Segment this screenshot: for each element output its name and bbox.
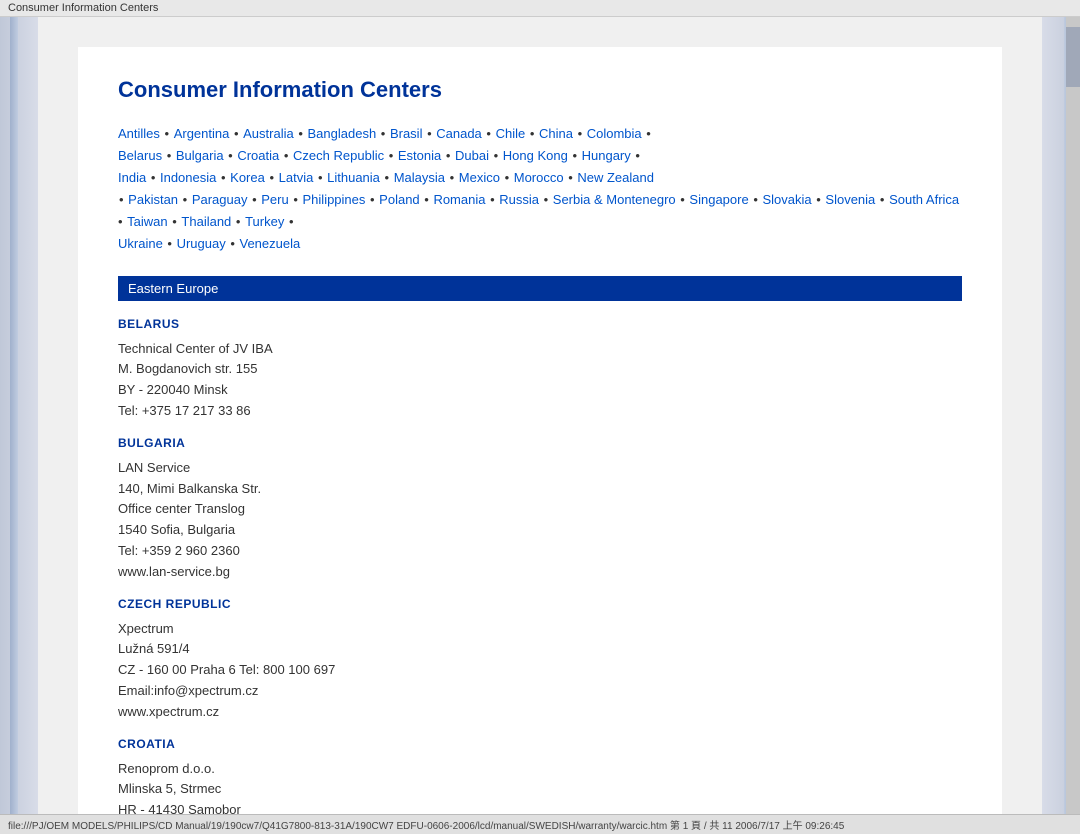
left-sidebar-inner (10, 17, 18, 814)
nav-link-uruguay[interactable]: Uruguay (177, 236, 226, 251)
nav-link-chile[interactable]: Chile (496, 126, 526, 141)
left-sidebar (0, 17, 38, 814)
section-header: Eastern Europe (118, 276, 962, 301)
nav-link-poland[interactable]: Poland (379, 192, 419, 207)
nav-link-taiwan[interactable]: Taiwan (127, 214, 167, 229)
status-bar: file:///PJ/OEM MODELS/PHILIPS/CD Manual/… (0, 814, 1080, 834)
country-section-czech-republic: CZECH REPUBLIC Xpectrum Lužná 591/4 CZ -… (118, 597, 962, 723)
country-info-belarus: Technical Center of JV IBA M. Bogdanovic… (118, 339, 962, 422)
scrollbar-thumb[interactable] (1066, 27, 1080, 87)
nav-link-venezuela[interactable]: Venezuela (240, 236, 301, 251)
nav-link-brasil[interactable]: Brasil (390, 126, 423, 141)
country-heading-croatia: CROATIA (118, 737, 962, 751)
nav-link-belarus[interactable]: Belarus (118, 148, 162, 163)
nav-link-new-zealand[interactable]: New Zealand (577, 170, 654, 185)
country-info-croatia: Renoprom d.o.o. Mlinska 5, Strmec HR - 4… (118, 759, 962, 814)
page-title: Consumer Information Centers (118, 77, 962, 103)
nav-link-india[interactable]: India (118, 170, 146, 185)
nav-link-canada[interactable]: Canada (436, 126, 482, 141)
title-bar-text: Consumer Information Centers (8, 2, 158, 14)
nav-link-romania[interactable]: Romania (433, 192, 485, 207)
nav-link-czech-republic[interactable]: Czech Republic (293, 148, 384, 163)
nav-link-paraguay[interactable]: Paraguay (192, 192, 248, 207)
nav-link-slovenia[interactable]: Slovenia (825, 192, 875, 207)
content-area: Consumer Information Centers Antilles • … (38, 17, 1042, 814)
nav-link-indonesia[interactable]: Indonesia (160, 170, 216, 185)
nav-link-thailand[interactable]: Thailand (181, 214, 231, 229)
country-heading-belarus: BELARUS (118, 317, 962, 331)
nav-link-mexico[interactable]: Mexico (459, 170, 500, 185)
nav-link-philippines[interactable]: Philippines (303, 192, 366, 207)
main-layout: Consumer Information Centers Antilles • … (0, 17, 1080, 814)
nav-link-bulgaria[interactable]: Bulgaria (176, 148, 224, 163)
status-bar-text: file:///PJ/OEM MODELS/PHILIPS/CD Manual/… (8, 821, 844, 832)
nav-link-slovakia[interactable]: Slovakia (762, 192, 811, 207)
nav-link-dubai[interactable]: Dubai (455, 148, 489, 163)
nav-link-korea[interactable]: Korea (230, 170, 265, 185)
nav-link-south-africa[interactable]: South Africa (889, 192, 959, 207)
nav-link-argentina[interactable]: Argentina (174, 126, 230, 141)
nav-link-morocco[interactable]: Morocco (514, 170, 564, 185)
nav-link-peru[interactable]: Peru (261, 192, 288, 207)
nav-link-lithuania[interactable]: Lithuania (327, 170, 380, 185)
page-content: Consumer Information Centers Antilles • … (78, 47, 1002, 814)
country-heading-bulgaria: BULGARIA (118, 436, 962, 450)
right-sidebar (1042, 17, 1080, 814)
nav-link-bangladesh[interactable]: Bangladesh (308, 126, 377, 141)
nav-link-turkey[interactable]: Turkey (245, 214, 284, 229)
country-section-croatia: CROATIA Renoprom d.o.o. Mlinska 5, Strme… (118, 737, 962, 814)
scrollbar[interactable] (1066, 17, 1080, 814)
country-section-belarus: BELARUS Technical Center of JV IBA M. Bo… (118, 317, 962, 422)
nav-link-latvia[interactable]: Latvia (279, 170, 314, 185)
nav-link-hong-kong[interactable]: Hong Kong (503, 148, 568, 163)
nav-link-pakistan[interactable]: Pakistan (128, 192, 178, 207)
nav-link-singapore[interactable]: Singapore (689, 192, 748, 207)
nav-link-malaysia[interactable]: Malaysia (394, 170, 445, 185)
country-info-bulgaria: LAN Service 140, Mimi Balkanska Str. Off… (118, 458, 962, 583)
nav-link-croatia[interactable]: Croatia (237, 148, 279, 163)
nav-link-hungary[interactable]: Hungary (582, 148, 631, 163)
title-bar: Consumer Information Centers (0, 0, 1080, 17)
nav-link-australia[interactable]: Australia (243, 126, 294, 141)
nav-links: Antilles • Argentina • Australia • Bangl… (118, 123, 962, 256)
nav-link-china[interactable]: China (539, 126, 573, 141)
country-heading-czech-republic: CZECH REPUBLIC (118, 597, 962, 611)
nav-link-ukraine[interactable]: Ukraine (118, 236, 163, 251)
nav-link-colombia[interactable]: Colombia (587, 126, 642, 141)
nav-link-antilles[interactable]: Antilles (118, 126, 160, 141)
country-section-bulgaria: BULGARIA LAN Service 140, Mimi Balkanska… (118, 436, 962, 583)
nav-link-russia[interactable]: Russia (499, 192, 539, 207)
nav-link-serbia[interactable]: Serbia & Montenegro (553, 192, 676, 207)
country-info-czech-republic: Xpectrum Lužná 591/4 CZ - 160 00 Praha 6… (118, 619, 962, 723)
nav-link-estonia[interactable]: Estonia (398, 148, 441, 163)
